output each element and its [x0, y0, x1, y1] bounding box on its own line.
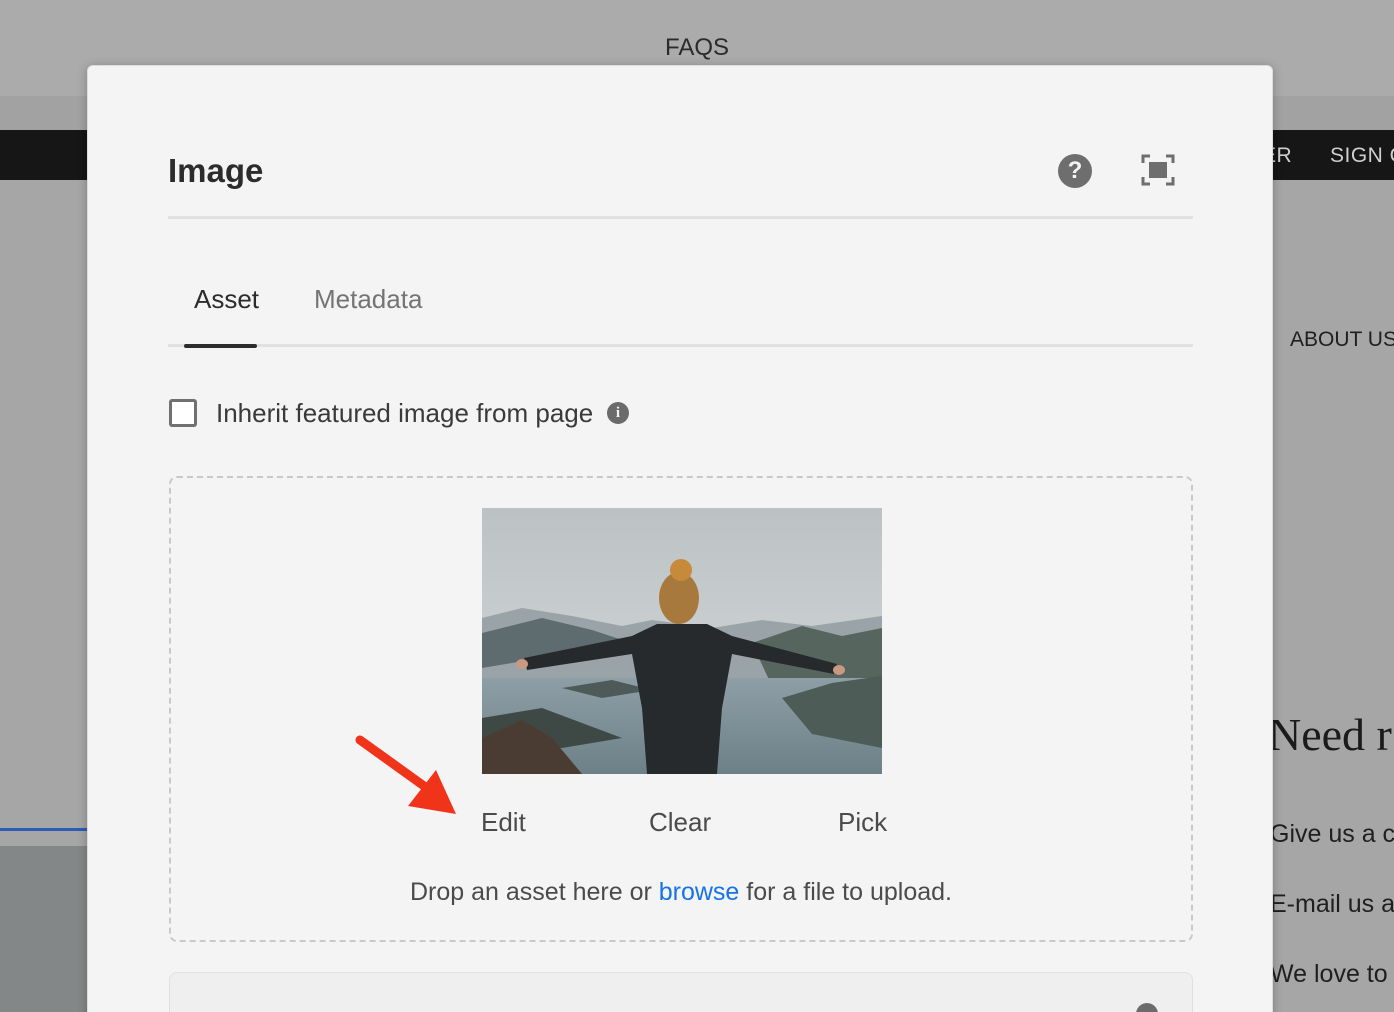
browse-link[interactable]: browse	[659, 878, 740, 906]
header-divider	[168, 216, 1193, 219]
background-heading: Need r	[1268, 709, 1392, 760]
help-icon[interactable]: ?	[1058, 154, 1092, 188]
next-field-section	[169, 972, 1193, 1012]
dialog-title: Image	[168, 152, 264, 189]
dropzone-text-after: for a file to upload.	[739, 878, 952, 906]
tabs-divider	[168, 344, 1193, 347]
background-about-link: ABOUT US	[1290, 328, 1394, 351]
active-tab-indicator	[184, 344, 257, 348]
dropzone-text-before: Drop an asset here or	[410, 878, 659, 906]
annotation-arrow-icon	[355, 735, 456, 814]
background-page-title: FAQS	[664, 34, 730, 61]
edit-button[interactable]: Edit	[481, 807, 526, 838]
background-text-line: E-mail us at	[1270, 890, 1394, 918]
fullscreen-icon[interactable]	[1141, 154, 1175, 186]
asset-thumbnail	[482, 508, 882, 774]
background-text-line: Give us a ca	[1270, 820, 1394, 848]
asset-dropzone[interactable]: Edit Clear Pick Drop an asset here or br…	[169, 476, 1193, 942]
background-text-line: We love to t	[1270, 960, 1394, 988]
tab-asset[interactable]: Asset	[194, 284, 259, 315]
inherit-featured-image-label[interactable]: Inherit featured image from page	[216, 398, 593, 429]
pick-button[interactable]: Pick	[838, 807, 887, 838]
image-dialog: Image ? Asset Metadata Inherit featured …	[87, 65, 1273, 1012]
background-nav-item: SIGN C	[1330, 144, 1394, 167]
tab-metadata[interactable]: Metadata	[314, 284, 422, 315]
background-accent-line	[0, 828, 88, 831]
clear-button[interactable]: Clear	[649, 807, 711, 838]
inherit-featured-image-checkbox[interactable]	[169, 399, 197, 427]
dropzone-instructions: Drop an asset here or browse for a file …	[171, 878, 1191, 907]
info-icon[interactable]: i	[607, 402, 629, 424]
background-block	[0, 846, 88, 1012]
info-icon[interactable]	[1136, 1003, 1158, 1012]
